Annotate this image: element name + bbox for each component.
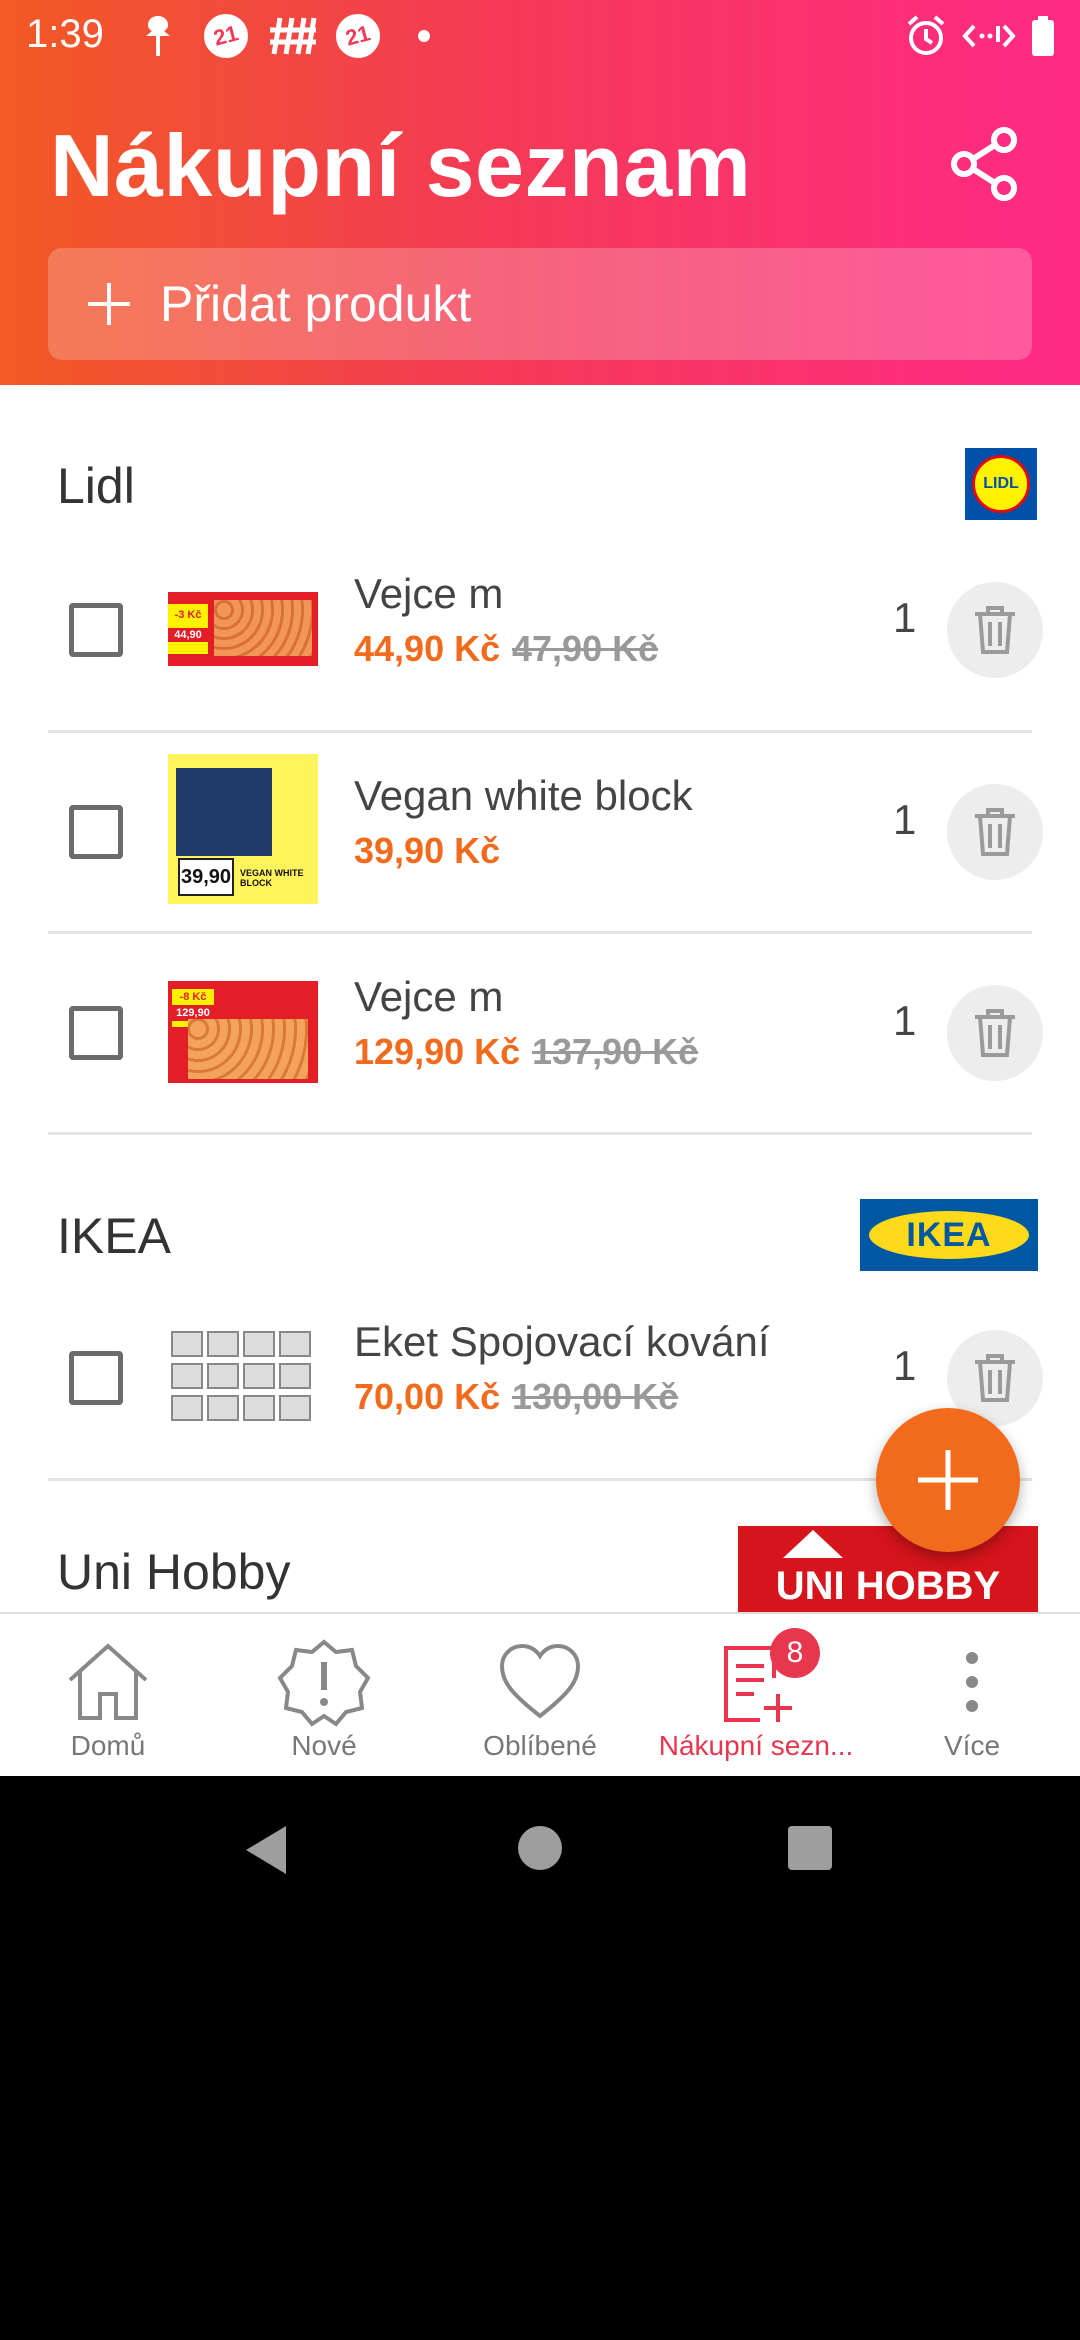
product-thumbnail: -3 Kč 44,90 (168, 592, 318, 666)
item-checkbox[interactable] (69, 805, 123, 859)
status-time: 1:39 (26, 12, 104, 56)
nav-label: Domů (70, 1730, 146, 1761)
item-checkbox[interactable] (69, 1351, 123, 1405)
notification-badge: 8 (770, 1628, 820, 1678)
item-price: 129,90 Kč (354, 1031, 521, 1072)
item-old-price: 130,00 Kč (512, 1376, 679, 1417)
nav-favorites[interactable]: Oblíbené (432, 1614, 648, 1778)
item-quantity[interactable]: 1 (893, 1342, 916, 1390)
nav-label: Nákupní sezn... (658, 1730, 854, 1761)
recents-icon[interactable] (786, 1824, 834, 1872)
unihobby-logo: UNI HOBBY (738, 1526, 1038, 1612)
nav-shopping-list[interactable]: 8 Nákupní sezn... (648, 1614, 864, 1778)
item-price: 44,90 Kč (354, 628, 501, 669)
alarm-icon (905, 12, 947, 60)
product-thumbnail (168, 1326, 318, 1426)
nav-label: Oblíbené (483, 1730, 597, 1761)
status-bar: 1:39 21 21 (0, 0, 1080, 72)
item-name: Vegan white block (354, 772, 693, 819)
bottom-navigation: Domů Nové Oblíbené 8 Nákupní sezn... Víc… (0, 1612, 1080, 1776)
page-title: Nákupní seznam (50, 116, 752, 215)
list-item[interactable]: 39,90 VEGAN WHITE BLOCK Vegan white bloc… (0, 732, 1080, 932)
list-item[interactable]: -3 Kč 44,90 Vejce m 44,90 Kč 47,90 Kč 1 (0, 530, 1080, 730)
nav-home[interactable]: Domů (0, 1614, 216, 1778)
item-checkbox[interactable] (69, 603, 123, 657)
add-product-field[interactable]: Přidat produkt (48, 248, 1032, 360)
badge-21b: 21 (331, 9, 385, 63)
store-header-ikea: IKEA IKEA (0, 1165, 1080, 1295)
badge-21: 21 (199, 9, 253, 63)
delete-button[interactable] (947, 784, 1043, 880)
item-price: 39,90 Kč (354, 830, 501, 871)
dot-icon (418, 12, 430, 60)
item-quantity[interactable]: 1 (893, 997, 916, 1045)
battery-icon (1030, 12, 1056, 60)
store-name: Uni Hobby (57, 1544, 291, 1600)
item-quantity[interactable]: 1 (893, 594, 916, 642)
app-header: 1:39 21 21 Nákupní seznam Přidat produkt (0, 0, 1080, 385)
alert-badge-icon (277, 1639, 371, 1727)
item-old-price: 47,90 Kč (512, 628, 659, 669)
nav-new[interactable]: Nové (216, 1614, 432, 1778)
item-name: Vejce m (354, 570, 504, 617)
item-name: Vejce m (354, 973, 504, 1020)
trash-icon (975, 808, 1015, 856)
item-old-price: 137,90 Kč (532, 1031, 699, 1072)
home-system-icon[interactable] (516, 1824, 564, 1872)
divider (48, 1132, 1032, 1135)
plus-icon (88, 283, 130, 325)
nav-more[interactable]: Více (864, 1614, 1080, 1778)
item-quantity[interactable]: 1 (893, 796, 916, 844)
share-icon (951, 127, 1017, 201)
trash-icon (975, 1009, 1015, 1057)
store-name: IKEA (57, 1208, 171, 1264)
item-checkbox[interactable] (69, 1006, 123, 1060)
nav-label: Nové (291, 1730, 357, 1761)
ikea-logo: IKEA (860, 1199, 1038, 1271)
calendar-21-icon: 21 (331, 9, 385, 63)
store-header-lidl: Lidl LIDL (0, 415, 1080, 545)
plus-icon (918, 1450, 978, 1510)
nav-label: Více (943, 1730, 1001, 1761)
back-icon[interactable] (240, 1822, 290, 1878)
calendar-21-icon: 21 (199, 9, 253, 63)
delete-button[interactable] (947, 985, 1043, 1081)
add-product-label: Přidat produkt (160, 276, 472, 332)
more-vertical-icon (966, 1652, 978, 1712)
delete-button[interactable] (947, 582, 1043, 678)
system-navigation-bar (0, 1776, 1080, 1926)
pin-icon (140, 12, 176, 60)
home-icon (68, 1643, 148, 1720)
lidl-logo: LIDL (965, 448, 1037, 520)
trash-icon (975, 606, 1015, 654)
product-thumbnail: 39,90 VEGAN WHITE BLOCK (168, 754, 318, 904)
product-thumbnail: -8 Kč 129,90 (168, 981, 318, 1083)
hashtag-icon (268, 12, 318, 60)
item-price: 70,00 Kč (354, 1376, 501, 1417)
share-button[interactable] (942, 122, 1026, 206)
heart-icon (499, 1643, 581, 1719)
item-name: Eket Spojovací kování (354, 1318, 770, 1365)
trash-icon (975, 1354, 1015, 1402)
add-fab-button[interactable] (876, 1408, 1020, 1552)
data-icon (962, 12, 1016, 60)
store-name: Lidl (57, 458, 135, 514)
list-item[interactable]: -8 Kč 129,90 Vejce m 129,90 Kč 137,90 Kč… (0, 933, 1080, 1133)
